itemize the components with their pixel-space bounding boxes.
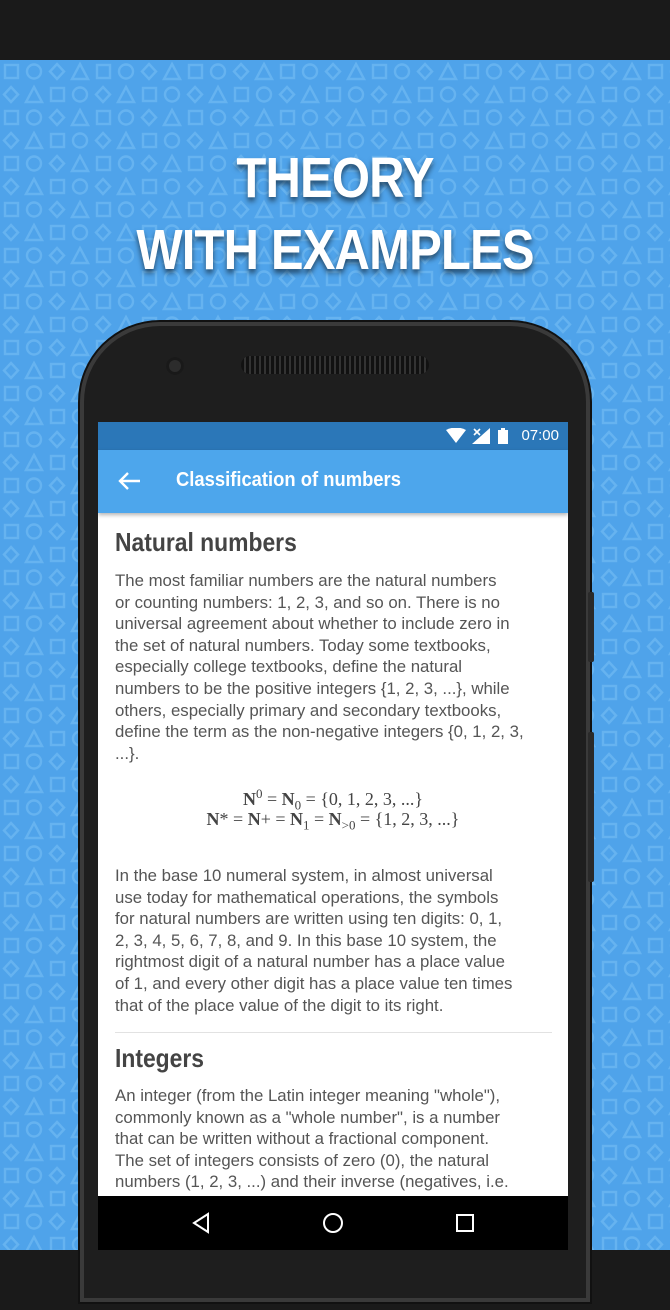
earpiece-speaker (241, 356, 429, 374)
arrow-back-icon[interactable] (118, 470, 142, 492)
headline-line-2: WITH EXAMPLES (136, 218, 534, 282)
section-divider (115, 1032, 552, 1033)
battery-icon (498, 428, 508, 444)
navigation-bar (98, 1196, 568, 1250)
natural-numbers-paragraph-1: The most familiar numbers are the natura… (115, 571, 524, 763)
front-camera (166, 357, 184, 375)
recents-square-icon[interactable] (453, 1211, 477, 1235)
top-black-bar (0, 0, 670, 60)
formula-natural-without-zero: N* = N+ = N1 = N>0 = {1, 2, 3, ...} (206, 809, 460, 833)
app-bar: Classification of numbers (98, 450, 568, 513)
headline-line-1: THEORY (236, 146, 434, 210)
status-time: 07:00 (521, 427, 559, 444)
signal-icon (472, 428, 490, 444)
section-title-natural-numbers: Natural numbers (115, 527, 297, 557)
phone-power-button (588, 592, 594, 662)
home-circle-icon[interactable] (321, 1211, 345, 1235)
status-bar: 07:00 (98, 422, 568, 450)
wifi-icon (446, 428, 466, 443)
section-title-integers: Integers (115, 1043, 205, 1073)
article-content[interactable]: Natural numbers The most familiar number… (98, 513, 568, 1196)
phone-screen: 07:00 Classification of numbers Natural … (98, 422, 568, 1250)
back-triangle-icon[interactable] (189, 1211, 213, 1235)
integers-paragraph-1: An integer (from the Latin integer meani… (115, 1086, 509, 1192)
phone-volume-button (588, 732, 594, 882)
page-title: Classification of numbers (176, 469, 401, 491)
natural-numbers-paragraph-2: In the base 10 numeral system, in almost… (115, 866, 513, 1015)
